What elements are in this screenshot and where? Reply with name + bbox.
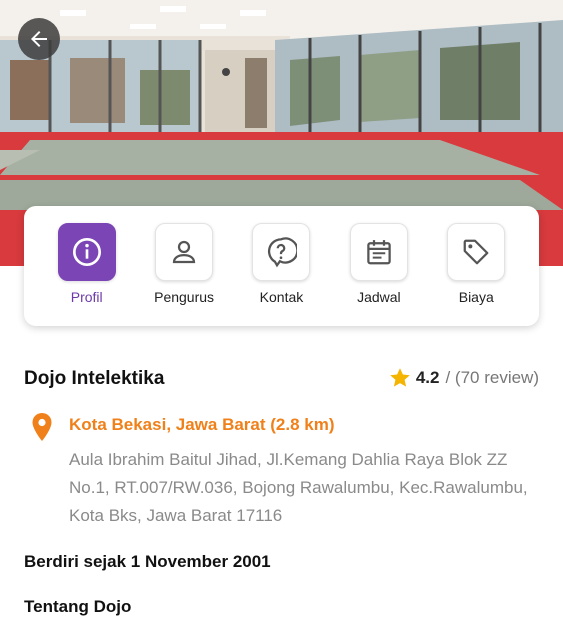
about-heading: Tentang Dojo [24, 597, 132, 616]
question-bubble-icon [252, 223, 311, 281]
back-button[interactable] [18, 18, 60, 60]
location-city[interactable]: Kota Bekasi, Jawa Barat (2.8 km) [69, 415, 335, 435]
menu-item-kontak[interactable]: Kontak [239, 206, 323, 326]
menu-label: Biaya [458, 289, 494, 305]
address: Aula Ibrahim Baitul Jihad, Jl.Kemang Dah… [69, 450, 528, 525]
profile-menu-card: Profil Pengurus Kontak Jadwal Biaya [24, 206, 539, 326]
menu-label: Profil [70, 289, 103, 305]
calendar-icon [349, 223, 408, 281]
menu-label: Jadwal [357, 289, 401, 305]
founded-date: Berdiri sejak 1 November 2001 [24, 552, 271, 571]
menu-item-biaya[interactable]: Biaya [434, 206, 518, 326]
info-icon [57, 223, 116, 281]
menu-item-jadwal[interactable]: Jadwal [337, 206, 421, 326]
rating-score: 4.2 [415, 368, 440, 387]
arrow-left-icon [31, 31, 47, 47]
menu-label: Pengurus [154, 289, 215, 305]
star-icon [390, 368, 410, 387]
rating[interactable]: 4.2 / (70 review) [388, 366, 539, 390]
person-icon [155, 223, 214, 281]
tag-icon [447, 223, 506, 281]
menu-item-pengurus[interactable]: Pengurus [142, 206, 226, 326]
dojo-name: Dojo Intelektika [24, 368, 165, 389]
menu-item-profil[interactable]: Profil [45, 206, 129, 326]
location-pin-icon [30, 412, 54, 447]
review-count: / (70 review) [445, 368, 539, 387]
menu-label: Kontak [259, 289, 304, 305]
